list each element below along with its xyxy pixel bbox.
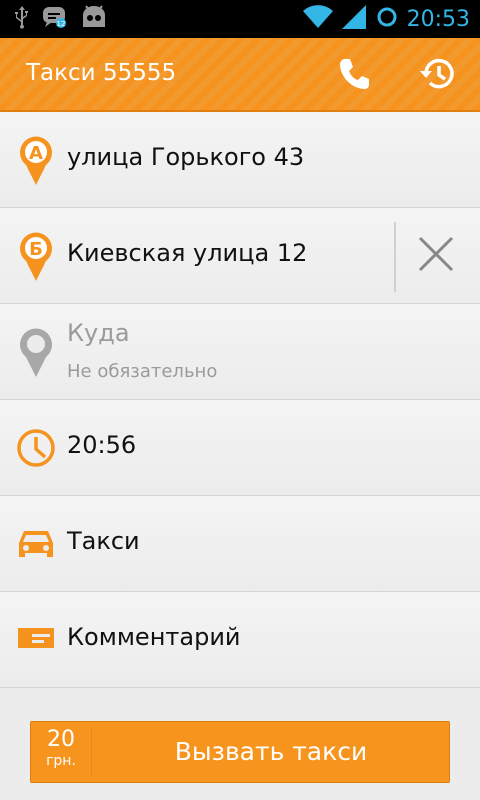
divider (91, 728, 92, 776)
history-button[interactable] (416, 54, 460, 98)
price-value: 20 (47, 727, 75, 752)
divider (394, 222, 396, 292)
signal-icon (341, 4, 367, 34)
action-bar: Такси 55555 (0, 38, 480, 112)
history-icon (418, 54, 458, 98)
pin-a-icon: А (16, 112, 56, 207)
remove-address-button[interactable] (406, 226, 466, 286)
from-address-row[interactable]: А улица Горького 43 (0, 112, 480, 208)
svg-text:А: А (29, 143, 43, 164)
time-row[interactable]: 20:56 (0, 400, 480, 496)
price-box: 20 грн. (31, 722, 91, 782)
phone-icon (336, 56, 372, 96)
car-type-row[interactable]: Такси (0, 496, 480, 592)
status-bar: 12 20:53 (0, 0, 480, 38)
destination-label: Куда (67, 319, 130, 347)
pin-b-icon: Б (16, 208, 56, 303)
order-time: 20:56 (67, 431, 137, 459)
close-icon (417, 235, 455, 277)
app-title: Такси 55555 (26, 60, 177, 86)
status-time: 20:53 (406, 6, 470, 32)
wifi-icon (302, 4, 333, 34)
via-address-row[interactable]: Б Киевская улица 12 (0, 208, 480, 304)
via-address: Киевская улица 12 (67, 239, 308, 267)
order-form: А улица Горького 43 Б Киевская улица 12 (0, 112, 480, 688)
usb-icon (14, 5, 30, 33)
car-type: Такси (67, 527, 140, 555)
comment-row[interactable]: Комментарий (0, 592, 480, 688)
call-taxi-label: Вызвать такси (174, 737, 368, 766)
destination-hint: Не обязательно (67, 361, 218, 382)
svg-text:12: 12 (57, 20, 66, 28)
comment-label: Комментарий (67, 623, 241, 651)
price-currency: грн. (46, 753, 76, 769)
comment-icon (16, 592, 56, 687)
call-button[interactable] (332, 54, 376, 98)
from-address: улица Горького 43 (67, 143, 305, 171)
pin-icon (16, 304, 56, 399)
sync-icon (375, 5, 399, 33)
clock-icon (16, 400, 56, 495)
chat-notification-icon: 12 (42, 5, 68, 33)
call-taxi-button[interactable]: 20 грн. Вызвать такси (30, 721, 450, 783)
destination-row[interactable]: Куда Не обязательно (0, 304, 480, 400)
android-icon (80, 5, 108, 33)
car-icon (16, 496, 56, 591)
svg-text:Б: Б (29, 239, 43, 260)
